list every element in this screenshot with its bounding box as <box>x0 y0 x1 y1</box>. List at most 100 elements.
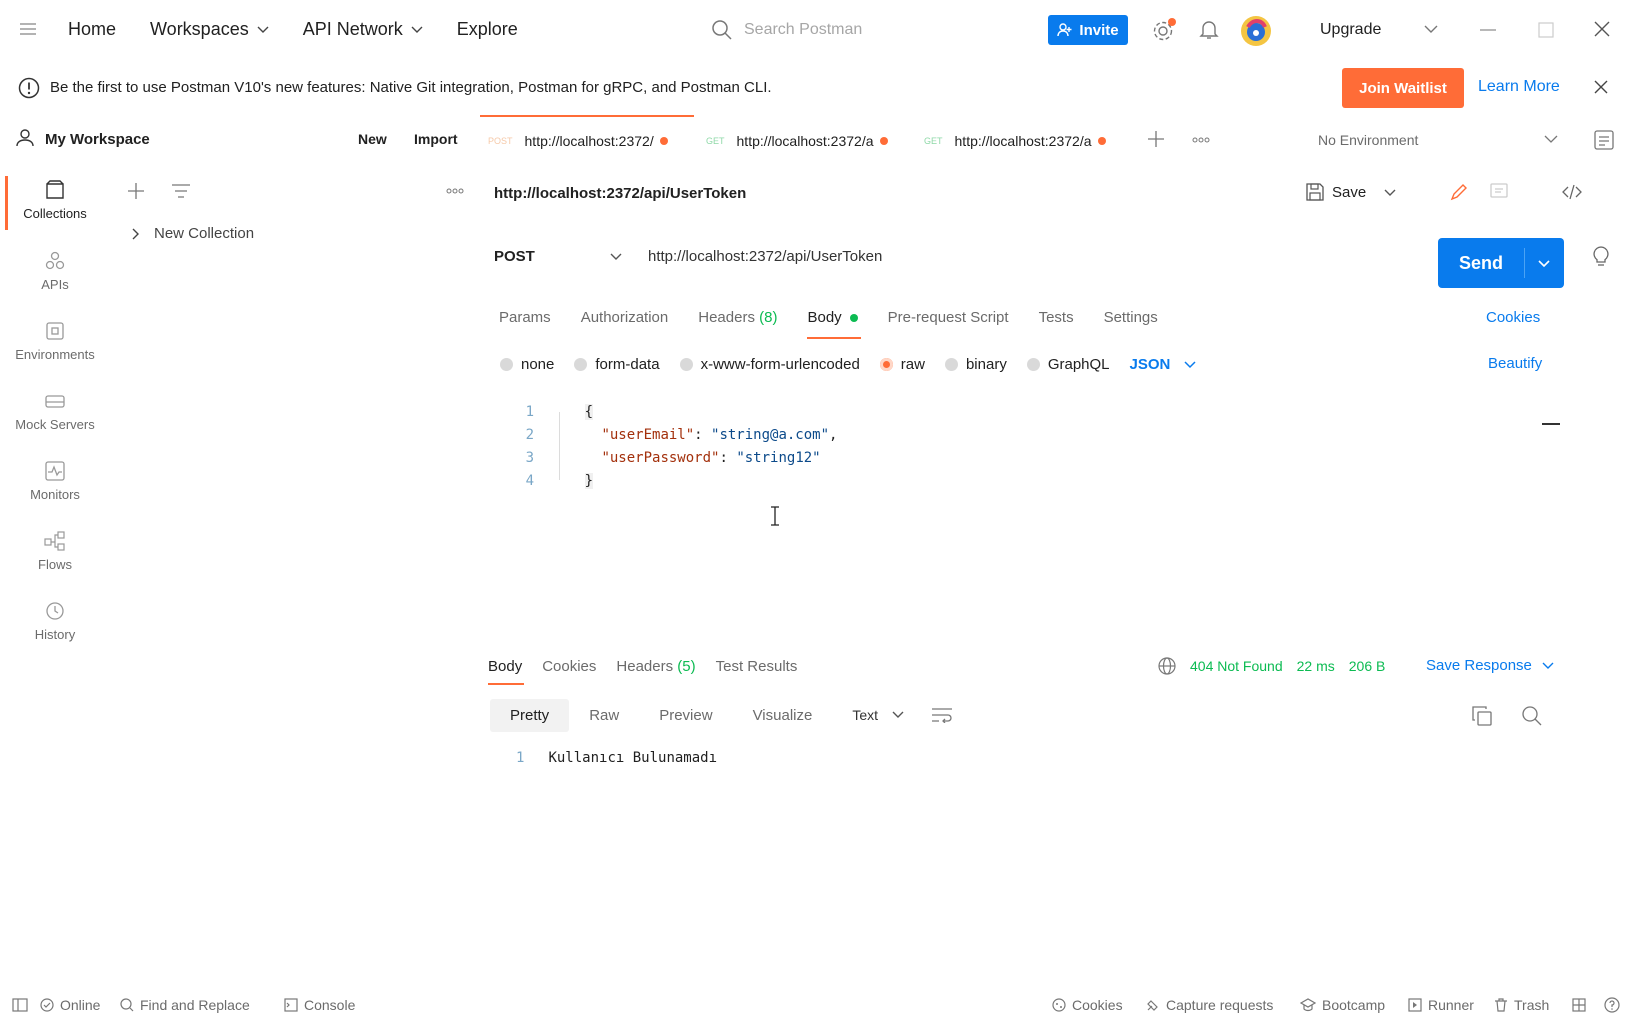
import-button[interactable]: Import <box>414 131 458 147</box>
cookies-status-button[interactable]: Cookies <box>1052 997 1123 1013</box>
tab-headers[interactable]: Headers (8) <box>698 309 777 326</box>
body-editor[interactable]: 1 { 2 "userEmail": "string@a.com", 3 "us… <box>514 401 1414 493</box>
code-snippet-icon[interactable] <box>1562 184 1582 200</box>
rail-mock-servers[interactable]: Mock Servers <box>0 391 110 432</box>
format-select[interactable]: JSON <box>1130 356 1197 373</box>
find-replace-button[interactable]: Find and Replace <box>120 997 250 1013</box>
invite-button[interactable]: Invite <box>1048 15 1128 45</box>
console-button[interactable]: Console <box>284 997 355 1013</box>
sidebar-more-icon[interactable] <box>446 188 464 194</box>
upgrade-button[interactable]: Upgrade <box>1320 21 1381 39</box>
maximize-icon[interactable] <box>1538 22 1554 38</box>
search-response-icon[interactable] <box>1522 706 1542 726</box>
method-select[interactable]: POST <box>494 248 535 265</box>
response-format-label: Text <box>852 707 879 723</box>
add-collection-icon[interactable] <box>128 183 144 199</box>
save-button[interactable]: Save <box>1306 183 1366 201</box>
view-pretty[interactable]: Pretty <box>490 698 570 732</box>
tab-pre-request-script[interactable]: Pre-request Script <box>888 309 1009 326</box>
globe-icon[interactable] <box>1158 657 1176 675</box>
radio-x-www-form-urlencoded[interactable]: x-www-form-urlencoded <box>679 356 860 373</box>
chevron-down-icon[interactable] <box>1544 135 1558 143</box>
bootcamp-button[interactable]: Bootcamp <box>1300 997 1385 1013</box>
request-tab-2[interactable]: GET http://localhost:2372/a <box>706 133 888 149</box>
response-status[interactable]: 404 Not Found <box>1190 658 1283 674</box>
radio-raw[interactable]: raw <box>879 356 925 373</box>
filter-icon[interactable] <box>172 183 190 199</box>
editor-collapse-icon[interactable] <box>1542 423 1560 425</box>
workspace-name[interactable]: My Workspace <box>45 131 150 148</box>
rail-flows[interactable]: Flows <box>0 531 110 572</box>
help-icon[interactable] <box>1604 997 1620 1013</box>
toggle-sidebar-icon[interactable] <box>12 998 28 1012</box>
wrap-lines-icon[interactable] <box>932 707 953 723</box>
chevron-down-icon[interactable] <box>1424 25 1438 33</box>
send-button[interactable]: Send <box>1438 238 1524 288</box>
view-raw[interactable]: Raw <box>569 699 639 732</box>
close-banner-icon[interactable] <box>1594 80 1608 94</box>
rail-environments[interactable]: Environments <box>0 321 110 362</box>
response-body[interactable]: 1 Kullanıcı Bulunamadı <box>516 750 717 766</box>
add-tab-icon[interactable] <box>1148 131 1164 147</box>
rail-monitors[interactable]: Monitors <box>0 461 110 502</box>
join-waitlist-button[interactable]: Join Waitlist <box>1342 68 1464 108</box>
hamburger-icon[interactable] <box>20 22 36 36</box>
runner-button[interactable]: Runner <box>1408 997 1474 1013</box>
url-input[interactable]: http://localhost:2372/api/UserToken <box>648 248 882 265</box>
capture-requests-button[interactable]: Capture requests <box>1146 997 1273 1013</box>
response-tab-headers[interactable]: Headers (5) <box>616 658 695 675</box>
method-chevron-icon[interactable] <box>610 253 622 261</box>
edit-pencil-icon[interactable] <box>1450 183 1468 201</box>
new-button[interactable]: New <box>358 131 387 147</box>
view-preview[interactable]: Preview <box>639 699 732 732</box>
lightbulb-icon[interactable] <box>1592 246 1610 268</box>
settings-icon[interactable] <box>1152 18 1178 42</box>
cookies-link[interactable]: Cookies <box>1486 309 1540 326</box>
response-tab-cookies[interactable]: Cookies <box>542 658 596 675</box>
sidebar-item-new-collection[interactable]: New Collection <box>132 225 254 242</box>
response-format-select[interactable]: Text <box>838 699 918 731</box>
minimize-icon[interactable] <box>1480 29 1496 31</box>
radio-form-data[interactable]: form-data <box>574 356 660 373</box>
search-input[interactable]: Search Postman <box>712 16 1012 44</box>
comments-icon[interactable] <box>1490 183 1508 201</box>
nav-home[interactable]: Home <box>68 19 116 40</box>
close-icon[interactable] <box>1594 21 1610 37</box>
nav-api-network[interactable]: API Network <box>303 19 423 40</box>
tab-body[interactable]: Body <box>807 309 862 339</box>
tab-authorization[interactable]: Authorization <box>581 309 669 326</box>
response-tab-test-results[interactable]: Test Results <box>716 658 798 675</box>
learn-more-link[interactable]: Learn More <box>1478 78 1560 96</box>
tab-params[interactable]: Params <box>499 309 551 326</box>
rail-apis[interactable]: APIs <box>0 251 110 292</box>
nav-workspaces[interactable]: Workspaces <box>150 19 269 40</box>
tab-tests[interactable]: Tests <box>1039 309 1074 326</box>
radio-none[interactable]: none <box>500 356 554 373</box>
rail-history[interactable]: History <box>0 601 110 642</box>
response-time[interactable]: 22 ms <box>1297 658 1335 674</box>
nav-explore[interactable]: Explore <box>457 19 518 40</box>
request-tab-3[interactable]: GET http://localhost:2372/a <box>924 133 1106 149</box>
beautify-link[interactable]: Beautify <box>1488 355 1542 372</box>
save-response-button[interactable]: Save Response <box>1426 657 1554 674</box>
bell-icon[interactable] <box>1199 19 1219 41</box>
radio-graphql[interactable]: GraphQL <box>1026 356 1110 373</box>
online-status[interactable]: Online <box>40 997 100 1013</box>
more-tabs-icon[interactable] <box>1192 137 1210 143</box>
radio-binary[interactable]: binary <box>944 356 1007 373</box>
request-tab-1[interactable]: POST http://localhost:2372/ <box>488 133 668 149</box>
trash-button[interactable]: Trash <box>1494 997 1549 1013</box>
request-title[interactable]: http://localhost:2372/api/UserToken <box>494 185 746 202</box>
environment-select[interactable]: No Environment <box>1318 132 1418 148</box>
response-tab-body[interactable]: Body <box>488 658 524 685</box>
copy-icon[interactable] <box>1472 706 1492 726</box>
environment-quick-look-icon[interactable] <box>1594 130 1614 150</box>
save-options-chevron-icon[interactable] <box>1384 189 1396 197</box>
layout-toggle-icon[interactable] <box>1572 998 1586 1012</box>
send-options-chevron-icon[interactable] <box>1538 260 1550 268</box>
rail-collections[interactable]: Collections <box>0 180 110 221</box>
response-size[interactable]: 206 B <box>1349 658 1386 674</box>
tab-settings[interactable]: Settings <box>1104 309 1158 326</box>
avatar[interactable] <box>1240 15 1272 47</box>
view-visualize[interactable]: Visualize <box>733 699 833 732</box>
